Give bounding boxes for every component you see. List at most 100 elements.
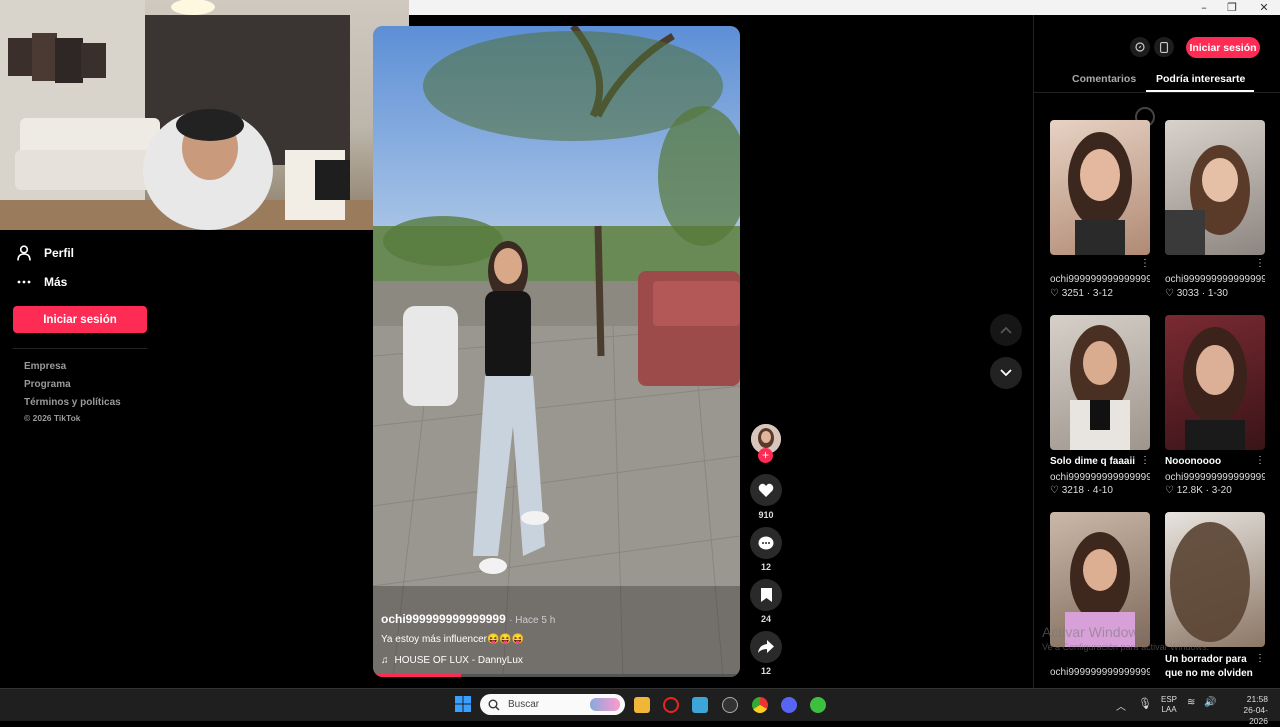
footer-link-programa[interactable]: Programa: [24, 379, 71, 390]
more-dots-icon: [16, 274, 32, 290]
video-author-line: ochi999999999999999 · Hace 5 h: [381, 612, 555, 626]
footer-link-terms[interactable]: Términos y políticas: [24, 397, 121, 408]
copyright: © 2026 TikTok: [24, 413, 81, 423]
clock[interactable]: 21:58 26-04-2026: [1226, 694, 1268, 727]
suggestion-thumbnail[interactable]: [1165, 120, 1265, 255]
suggestion-thumbnail[interactable]: [1165, 315, 1265, 450]
comment-count: 12: [760, 562, 771, 572]
video-frame: [373, 26, 740, 677]
chrome-icon[interactable]: [752, 697, 768, 713]
more-options-icon[interactable]: ⋮: [1140, 455, 1150, 466]
obs-icon[interactable]: [722, 697, 738, 713]
suggestion-likes: 12.8K: [1176, 485, 1203, 496]
more-options-icon[interactable]: ⋮: [1255, 455, 1265, 466]
suggestion-title: Un borrador para que no me olviden: [1165, 654, 1253, 679]
clock-time: 21:58: [1246, 694, 1268, 704]
language-indicator[interactable]: ESP LAA: [1161, 695, 1177, 715]
like-button[interactable]: [750, 474, 782, 506]
progress-fill: [373, 674, 462, 677]
video-player[interactable]: ochi999999999999999 · Hace 5 h Ya estoy …: [373, 26, 740, 677]
previous-video-button[interactable]: [990, 314, 1022, 346]
heart-icon: [758, 483, 774, 497]
video-music[interactable]: ♫ HOUSE OF LUX - DannyLux: [381, 655, 523, 666]
suggestion-thumbnail[interactable]: [1050, 315, 1150, 450]
progress-track[interactable]: [373, 674, 740, 677]
wifi-icon[interactable]: ≋: [1187, 697, 1195, 708]
suggestion-date: 3-20: [1211, 485, 1232, 496]
next-video-button[interactable]: [990, 357, 1022, 389]
sidebar-item-label: Perfil: [44, 246, 75, 260]
search-highlight-icon: [590, 698, 620, 711]
chevron-down-icon: [1000, 369, 1012, 377]
suggestion-author[interactable]: ochi999999999999999...: [1050, 274, 1150, 285]
sidebar-item-label: Más: [44, 275, 68, 289]
sidebar-item-more[interactable]: Más: [16, 274, 67, 290]
opera-icon[interactable]: [663, 697, 679, 713]
search-placeholder: Buscar: [508, 699, 540, 710]
suggestion-thumbnail[interactable]: [1165, 512, 1265, 647]
chevron-up-icon[interactable]: ︿: [1116, 698, 1126, 713]
follow-plus-icon[interactable]: +: [758, 448, 773, 463]
suggestion-stats: ♡ 3033 · 1-30: [1165, 288, 1228, 299]
microphone-icon[interactable]: 🎙: [1138, 697, 1152, 710]
suggestion-author[interactable]: ochi999999999999999...: [1050, 472, 1150, 483]
footer-link-empresa[interactable]: Empresa: [24, 361, 66, 372]
taskbar: Buscar ︿ 🎙 ESP LAA ≋ 🔊 21:58 26-04-2026: [0, 688, 1280, 726]
suggestion-stats: ♡ 3218 · 4-10: [1050, 485, 1113, 496]
header-login-button[interactable]: Iniciar sesión: [1186, 37, 1260, 58]
video-time: · Hace 5 h: [509, 615, 556, 626]
music-note-icon: ♫: [381, 655, 389, 666]
close-window-button[interactable]: ✕: [1248, 0, 1280, 15]
like-count: 910: [758, 510, 774, 520]
discord-icon[interactable]: [781, 697, 797, 713]
app-icon[interactable]: [810, 697, 826, 713]
suggestion-thumbnail[interactable]: [1050, 120, 1150, 255]
sidebar-item-profile[interactable]: Perfil: [16, 245, 74, 261]
suggestion-author[interactable]: ochi999999999999999...: [1165, 274, 1265, 285]
bookmark-icon: [760, 588, 772, 602]
share-arrow-icon: [758, 640, 774, 653]
chevron-up-icon: [1000, 326, 1012, 334]
suggestion-title: Solo dime q faaaii: [1050, 456, 1136, 467]
login-button[interactable]: Iniciar sesión: [13, 306, 147, 333]
video-caption: Ya estoy más influencer😝😝😝: [381, 634, 525, 645]
divider: [13, 348, 147, 349]
suggestion-stats: ♡ 3251 · 3-12: [1050, 288, 1113, 299]
tab-comments[interactable]: Comentarios: [1072, 73, 1136, 85]
suggestion-likes: 3218: [1061, 485, 1084, 496]
file-explorer-icon[interactable]: [634, 697, 650, 713]
comment-bubble-icon: [758, 536, 774, 549]
share-button[interactable]: [750, 631, 782, 663]
search-icon: [488, 699, 500, 710]
save-button[interactable]: [750, 579, 782, 611]
webcam-image: [0, 0, 409, 230]
volume-icon[interactable]: 🔊: [1204, 697, 1216, 708]
tab-suggestions[interactable]: Podría interesarte: [1156, 73, 1245, 85]
suggestion-stats: ♡ 12.8K · 3-20: [1165, 485, 1232, 496]
windows-start-icon[interactable]: [455, 696, 471, 712]
windows-watermark-text: Ve a Configuración para activar Windows.: [1042, 642, 1210, 652]
compass-icon[interactable]: [1130, 37, 1150, 57]
language-line1: ESP: [1161, 695, 1178, 704]
device-icon[interactable]: [1154, 37, 1174, 57]
suggestion-date: 3-12: [1092, 288, 1113, 299]
clock-date: 26-04-2026: [1243, 705, 1268, 726]
comment-button[interactable]: [750, 527, 782, 559]
suggestion-title: Nooonoooo: [1165, 456, 1222, 467]
right-panel: Iniciar sesión Comentarios Podría intere…: [1033, 15, 1280, 688]
suggestion-likes: 3033: [1176, 288, 1199, 299]
suggestion-author[interactable]: ochi999999999999999...: [1165, 472, 1265, 483]
suggestion-date: 4-10: [1092, 485, 1113, 496]
save-count: 24: [760, 614, 771, 624]
suggestion-author[interactable]: ochi999999999999999...: [1050, 667, 1150, 678]
more-options-icon[interactable]: ⋮: [1140, 258, 1150, 269]
taskbar-search[interactable]: Buscar: [480, 694, 625, 715]
webcam-overlay: [0, 0, 409, 230]
more-options-icon[interactable]: ⋮: [1255, 653, 1265, 664]
window-title-bar: – ❐ ✕: [409, 0, 1280, 15]
tab-divider: [1034, 92, 1280, 93]
more-options-icon[interactable]: ⋮: [1255, 258, 1265, 269]
video-author[interactable]: ochi999999999999999: [381, 612, 506, 626]
app-icon[interactable]: [692, 697, 708, 713]
restore-button[interactable]: ❐: [1216, 0, 1248, 15]
